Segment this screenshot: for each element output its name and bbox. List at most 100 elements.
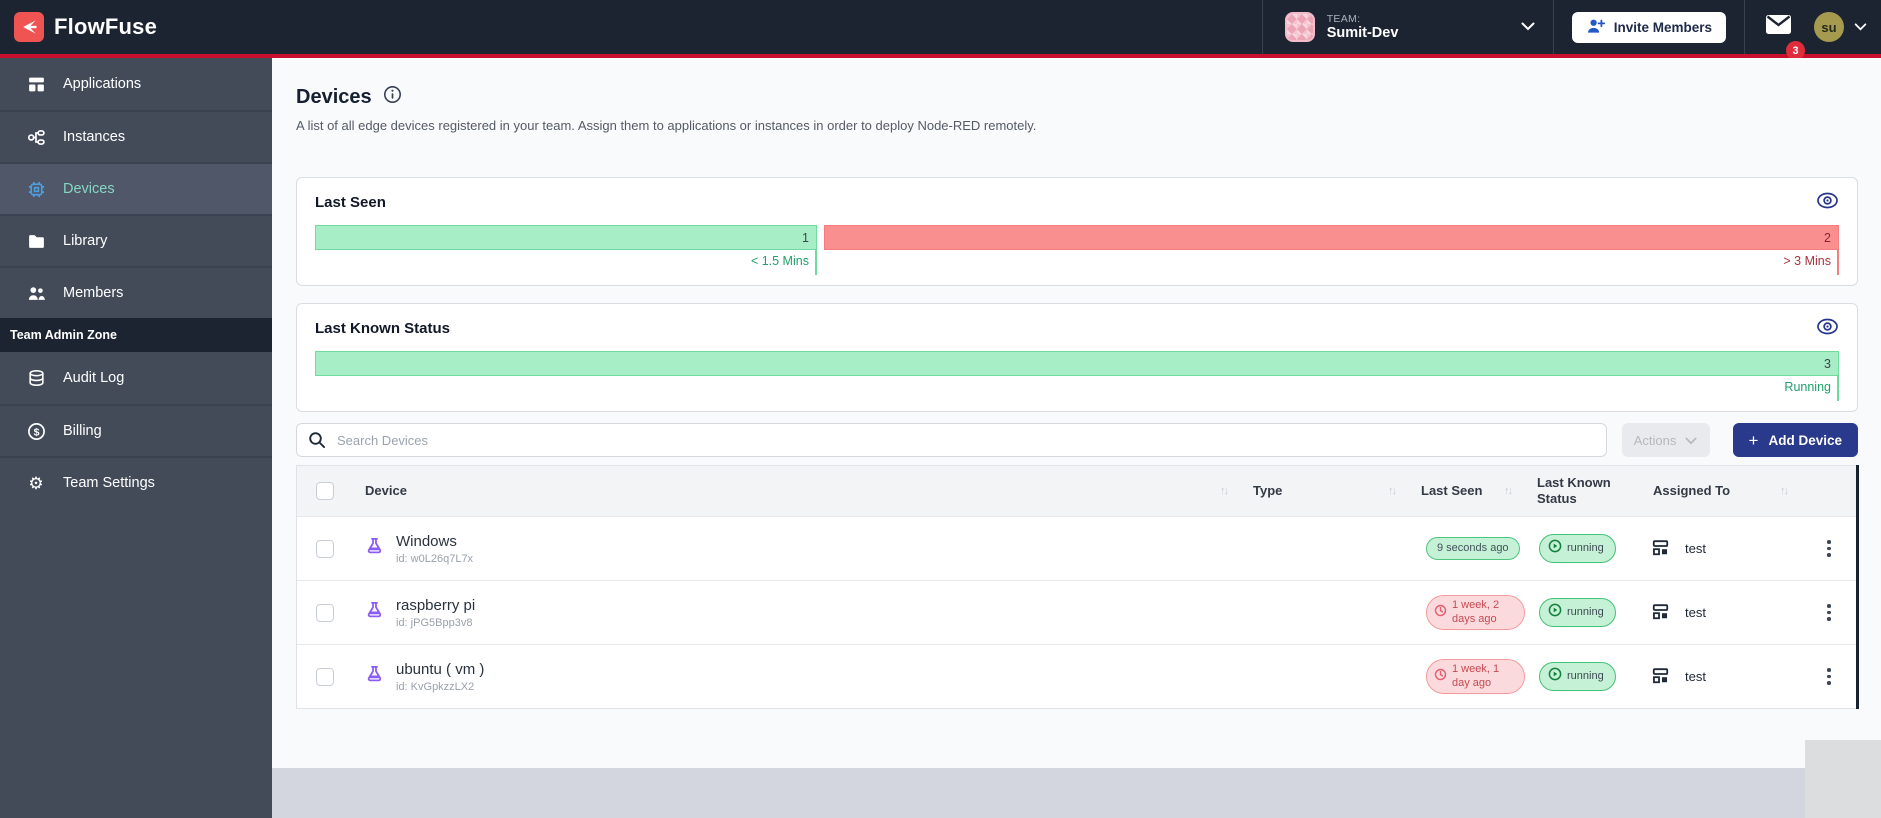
- last-seen-card-title: Last Seen: [315, 193, 386, 211]
- device-id: id: jPG5Bpp3v8: [396, 616, 473, 629]
- invite-members-button[interactable]: Invite Members: [1571, 11, 1726, 43]
- page-bottom-strip: [272, 768, 1881, 818]
- sort-icon[interactable]: ↑↓: [1220, 485, 1229, 497]
- bar-label-running: Running: [315, 376, 1839, 401]
- device-name[interactable]: raspberry pi: [396, 597, 475, 614]
- navbar-right: TEAM: Sumit-Dev Invite Members 3 su: [1261, 0, 1869, 60]
- bar-segment-running[interactable]: 3: [315, 351, 1839, 376]
- user-plus-icon: [1586, 17, 1605, 38]
- sidebar-item-members[interactable]: Members: [0, 266, 272, 318]
- sidebar-item-instances[interactable]: Instances: [0, 110, 272, 162]
- row-menu-button[interactable]: [1821, 534, 1837, 563]
- user-menu[interactable]: su: [1814, 12, 1869, 42]
- plus-icon: +: [1748, 430, 1759, 450]
- svg-text:$: $: [33, 426, 39, 438]
- application-icon: [1651, 538, 1670, 560]
- flowfuse-logo[interactable]: FlowFuse: [14, 12, 157, 42]
- table-header-row: Device ↑↓ Type ↑↓ Last Seen ↑↓ Last Know…: [297, 466, 1857, 516]
- sidebar-item-team-settings[interactable]: ⚙ Team Settings: [0, 456, 272, 508]
- gear-icon: ⚙: [28, 473, 44, 493]
- header-assigned-to[interactable]: Assigned To ↑↓: [1641, 483, 1801, 499]
- header-last-seen[interactable]: Last Seen ↑↓: [1409, 483, 1525, 499]
- running-icon: [1548, 603, 1562, 622]
- assigned-to-link[interactable]: test: [1685, 669, 1706, 684]
- application-icon: [1651, 602, 1670, 624]
- members-icon: [26, 284, 46, 303]
- device-name[interactable]: Windows: [396, 533, 473, 550]
- chevron-down-icon: [1685, 433, 1697, 448]
- last-known-status-card-title: Last Known Status: [315, 319, 451, 337]
- invite-wrap: Invite Members: [1554, 11, 1744, 43]
- sort-icon[interactable]: ↑↓: [1504, 485, 1513, 497]
- table-row: raspberry pi id: jPG5Bpp3v8 1 week, 2 da…: [297, 580, 1857, 644]
- header-type[interactable]: Type ↑↓: [1241, 483, 1409, 499]
- info-icon[interactable]: [383, 85, 402, 109]
- instances-icon: [26, 128, 46, 147]
- toggle-visibility-button[interactable]: [1816, 318, 1839, 338]
- device-id: id: KvGpkzzLX2: [396, 680, 475, 693]
- sidebar-item-label: Applications: [63, 76, 142, 92]
- bottom-right-widget-placeholder: [1805, 740, 1881, 818]
- table-row: Windows id: w0L26q7L7x 9 seconds ago run…: [297, 516, 1857, 580]
- sidebar-item-library[interactable]: Library: [0, 214, 272, 266]
- row-menu-button[interactable]: [1821, 662, 1837, 691]
- status-badge: running: [1539, 662, 1616, 691]
- sidebar-item-audit-log[interactable]: Audit Log: [0, 352, 272, 404]
- dollar-icon: $: [26, 422, 46, 441]
- header-device[interactable]: Device ↑↓: [353, 483, 1241, 499]
- mail-icon: [1765, 14, 1792, 40]
- bar-value: 1: [802, 230, 809, 245]
- actions-label: Actions: [1633, 432, 1677, 448]
- sidebar-item-label: Audit Log: [63, 370, 125, 386]
- row-checkbox[interactable]: [316, 539, 334, 558]
- eye-icon: [1816, 318, 1839, 338]
- chevron-down-icon: [1854, 18, 1867, 36]
- sidebar-item-applications[interactable]: Applications: [0, 58, 272, 110]
- flask-icon: [365, 537, 384, 561]
- row-checkbox[interactable]: [316, 603, 334, 622]
- sidebar-item-devices[interactable]: Devices: [0, 162, 272, 214]
- actions-button[interactable]: Actions: [1621, 423, 1710, 457]
- clock-icon: [1434, 604, 1447, 622]
- assigned-to-link[interactable]: test: [1685, 605, 1706, 620]
- applications-icon: [26, 75, 46, 94]
- status-badge: running: [1539, 534, 1616, 563]
- running-icon: [1548, 539, 1562, 558]
- add-device-label: Add Device: [1768, 432, 1842, 448]
- select-all-checkbox[interactable]: [316, 482, 334, 500]
- last-seen-badge: 1 week, 2 days ago: [1426, 594, 1525, 631]
- bar-segment-recent[interactable]: 1: [315, 225, 817, 250]
- row-checkbox[interactable]: [316, 667, 334, 686]
- chevron-down-icon: [1521, 18, 1535, 36]
- devices-chip-icon: [26, 180, 46, 199]
- sidebar-item-billing[interactable]: $ Billing: [0, 404, 272, 456]
- sidebar-item-label: Members: [63, 285, 124, 301]
- row-menu-button[interactable]: [1821, 598, 1837, 627]
- sidebar-item-label: Devices: [63, 181, 115, 197]
- devices-table: Device ↑↓ Type ↑↓ Last Seen ↑↓ Last Know…: [296, 465, 1859, 709]
- device-id: id: w0L26q7L7x: [396, 552, 474, 565]
- sort-icon[interactable]: ↑↓: [1780, 485, 1789, 497]
- device-name[interactable]: ubuntu ( vm ): [396, 661, 484, 678]
- sidebar-item-label: Library: [63, 233, 108, 249]
- sort-icon[interactable]: ↑↓: [1388, 485, 1397, 497]
- bar-label-stale: > 3 Mins: [824, 250, 1839, 275]
- toggle-visibility-button[interactable]: [1816, 192, 1839, 212]
- running-icon: [1548, 667, 1562, 686]
- team-avatar: [1284, 12, 1315, 42]
- bar-segment-stale[interactable]: 2: [823, 225, 1839, 250]
- bar-value: 2: [1824, 230, 1831, 245]
- team-selector[interactable]: TEAM: Sumit-Dev: [1263, 0, 1553, 54]
- assigned-to-link[interactable]: test: [1685, 541, 1706, 556]
- flowfuse-logo-icon: [14, 12, 44, 42]
- flowfuse-logo-text: FlowFuse: [54, 14, 158, 39]
- add-device-button[interactable]: + Add Device: [1732, 423, 1858, 457]
- search-icon: [308, 431, 326, 454]
- notifications-button[interactable]: 3: [1745, 14, 1814, 60]
- app-window: FlowFuse TEAM: Sumit-Dev Invite Members …: [0, 0, 1881, 818]
- eye-icon: [1816, 192, 1839, 212]
- flask-icon: [365, 665, 384, 689]
- search-input[interactable]: [296, 423, 1607, 457]
- devices-toolbar: Actions + Add Device: [296, 423, 1858, 457]
- sidebar-item-label: Team Settings: [63, 475, 155, 491]
